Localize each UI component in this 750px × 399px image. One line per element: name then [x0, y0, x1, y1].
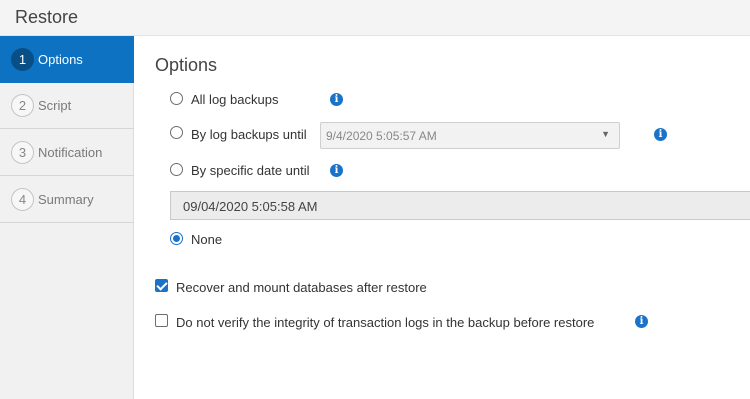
radio-label-by-log-backups-until: By log backups until	[191, 127, 307, 142]
log-backup-select[interactable]: 9/4/2020 5:05:57 AM ▼	[320, 122, 620, 149]
radio-by-log-backups-until[interactable]	[170, 126, 183, 139]
specific-date-input[interactable]: 09/04/2020 5:05:58 AM	[170, 191, 750, 220]
info-icon[interactable]: i	[330, 164, 343, 177]
step-script[interactable]: 2 Script	[0, 82, 134, 129]
step-number: 3	[11, 141, 34, 164]
step-label: Notification	[38, 145, 103, 160]
info-icon[interactable]: i	[635, 315, 648, 328]
wizard-sidebar: 1 Options 2 Script 3 Notification 4 Summ…	[0, 36, 134, 399]
radio-label-by-specific-date-until: By specific date until	[191, 163, 310, 178]
log-backup-select-value: 9/4/2020 5:05:57 AM	[326, 129, 437, 143]
recover-mount-checkbox[interactable]	[155, 279, 168, 292]
info-icon[interactable]: i	[654, 128, 667, 141]
no-verify-label: Do not verify the integrity of transacti…	[176, 315, 595, 330]
step-notification[interactable]: 3 Notification	[0, 129, 134, 176]
step-label: Options	[38, 52, 83, 67]
step-label: Script	[38, 98, 72, 113]
radio-none[interactable]	[170, 232, 183, 245]
step-number: 2	[11, 94, 34, 117]
step-options[interactable]: 1 Options	[0, 36, 134, 83]
specific-date-value: 09/04/2020 5:05:58 AM	[183, 199, 318, 214]
info-icon[interactable]: i	[330, 93, 343, 106]
radio-by-specific-date-until[interactable]	[170, 163, 183, 176]
dialog-title: Restore	[15, 7, 79, 27]
step-label: Summary	[38, 192, 94, 207]
dialog-header: Restore	[0, 0, 750, 36]
step-summary[interactable]: 4 Summary	[0, 176, 134, 223]
section-title: Options	[155, 55, 218, 75]
recover-mount-label: Recover and mount databases after restor…	[176, 280, 427, 295]
radio-all-log-backups[interactable]	[170, 92, 183, 105]
chevron-down-icon: ▼	[601, 129, 610, 139]
radio-label-all-log-backups: All log backups	[191, 92, 279, 107]
step-number: 1	[11, 48, 34, 71]
no-verify-checkbox[interactable]	[155, 314, 168, 327]
radio-label-none: None	[191, 232, 223, 247]
step-number: 4	[11, 188, 34, 211]
